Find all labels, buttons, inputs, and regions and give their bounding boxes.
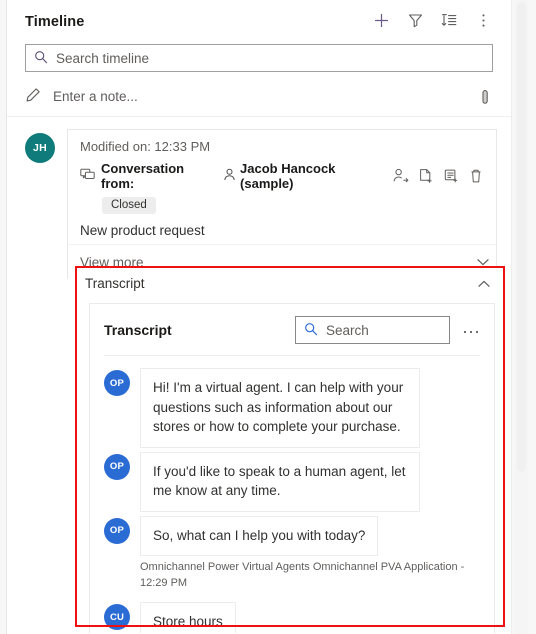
entry-subject-label: Conversation from:	[101, 161, 185, 191]
message-bubble: If you'd like to speak to a human agent,…	[140, 451, 420, 512]
transcript-panel-title: Transcript	[104, 322, 172, 338]
timeline-entry: JH Modified on: 12:33 PM Conversation fr…	[7, 117, 511, 279]
entry-actions	[393, 168, 484, 184]
vertical-ellipsis-icon	[475, 12, 492, 32]
message-bubble: Hi! I'm a virtual agent. I can help with…	[140, 368, 420, 448]
timeline-panel: Timeline Search timeline Enter a note...…	[6, 0, 512, 634]
plus-icon	[373, 12, 390, 32]
transcript-search-placeholder: Search	[326, 322, 369, 338]
avatar: OP	[104, 453, 130, 480]
person-icon	[223, 168, 236, 184]
modified-timestamp: Modified on: 12:33 PM	[80, 139, 211, 154]
transcript-search-input[interactable]: Search	[295, 316, 450, 344]
transcript-section: Transcript Transcript Search OP Hi! I'm …	[75, 266, 505, 634]
search-timeline-row: Search timeline	[7, 44, 511, 72]
assign-person-icon[interactable]	[393, 168, 409, 184]
search-icon	[304, 322, 318, 339]
avatar: OP	[104, 370, 130, 396]
entry-person-name: Jacob Hancock (sample)	[240, 161, 336, 191]
page-background: Timeline Search timeline Enter a note...…	[0, 0, 536, 634]
note-row[interactable]: Enter a note...	[7, 77, 511, 117]
horizontal-ellipsis-icon	[462, 323, 480, 338]
scrollbar[interactable]	[515, 0, 528, 634]
entry-description: New product request	[80, 223, 205, 238]
page-title: Timeline	[25, 14, 85, 30]
avatar: CU	[104, 604, 130, 631]
message-metadata: Omnichannel Power Virtual Agents Omnicha…	[140, 561, 465, 590]
transcript-section-label: Transcript	[85, 276, 145, 291]
sort-button[interactable]	[433, 7, 465, 37]
entry-subject-row: Conversation from: Jacob Hancock (sample…	[80, 161, 484, 191]
avatar: JH	[25, 133, 55, 163]
avatar-initials: CU	[109, 611, 125, 623]
more-commands-button[interactable]	[467, 7, 499, 37]
chevron-up-icon[interactable]	[475, 275, 493, 293]
timeline-entry-card: Modified on: 12:33 PM Conversation from:	[67, 129, 497, 279]
search-icon	[34, 50, 48, 67]
sort-descending-icon	[441, 12, 458, 32]
transcript-card: Transcript Search OP Hi! I'm a virtual a…	[89, 303, 495, 633]
avatar-initials: JH	[32, 142, 48, 154]
add-document-icon[interactable]	[418, 168, 434, 184]
search-input[interactable]: Search timeline	[25, 44, 493, 72]
filter-funnel-icon	[407, 12, 424, 32]
note-input[interactable]: Enter a note...	[53, 89, 138, 104]
list-item: CU Store hours	[104, 602, 480, 633]
list-item: OP If you'd like to speak to a human age…	[104, 451, 480, 512]
timeline-header-actions	[365, 7, 499, 37]
transcript-message-list: OP Hi! I'm a virtual agent. I can help w…	[90, 356, 494, 633]
scrollbar-thumb[interactable]	[517, 2, 526, 472]
pencil-icon	[25, 87, 41, 106]
conversation-icon	[80, 167, 95, 185]
transcript-section-header[interactable]: Transcript	[75, 266, 505, 301]
add-record-button[interactable]	[365, 7, 397, 37]
message-bubble: So, what can I help you with today?	[140, 515, 379, 557]
status-badge: Closed	[102, 197, 156, 214]
trash-icon[interactable]	[468, 168, 484, 184]
list-item: OP Hi! I'm a virtual agent. I can help w…	[104, 368, 480, 448]
avatar-initials: OP	[109, 461, 125, 473]
filter-button[interactable]	[399, 7, 431, 37]
avatar: OP	[104, 517, 130, 544]
transcript-card-header: Transcript Search	[90, 304, 494, 344]
list-item: OP So, what can I help you with today?	[104, 515, 480, 557]
timeline-header: Timeline	[7, 0, 511, 44]
transcript-more-button[interactable]	[458, 323, 484, 338]
avatar-initials: OP	[109, 525, 125, 537]
paperclip-icon[interactable]	[477, 89, 493, 105]
search-placeholder: Search timeline	[56, 50, 150, 66]
avatar-initials: OP	[109, 377, 125, 389]
entry-person[interactable]: Jacob Hancock (sample)	[223, 161, 387, 191]
add-note-icon[interactable]	[443, 168, 459, 184]
message-bubble: Store hours	[140, 602, 236, 633]
